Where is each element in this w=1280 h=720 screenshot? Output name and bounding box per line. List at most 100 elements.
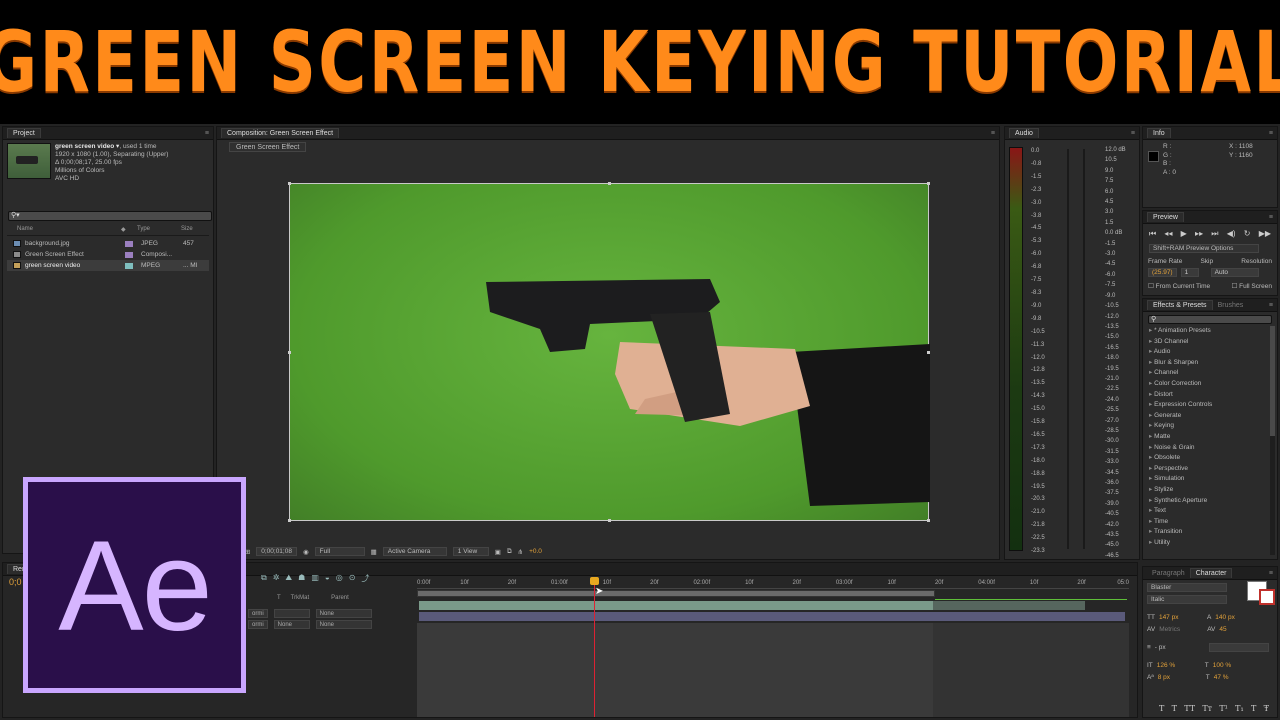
work-area-bar[interactable] <box>417 590 935 597</box>
effect-category[interactable]: Time <box>1149 517 1267 528</box>
layer-row[interactable]: ormi None None <box>248 620 416 629</box>
text-style-button[interactable]: T <box>1251 704 1256 713</box>
audio-slider-right[interactable] <box>1083 149 1085 549</box>
brainstorm-icon[interactable]: ◎ <box>336 573 343 584</box>
effect-category[interactable]: Color Correction <box>1149 379 1267 390</box>
effect-category[interactable]: Synthetic Aperture <box>1149 496 1267 507</box>
hide-shy-icon[interactable]: ☗ <box>298 573 305 584</box>
project-item-selected[interactable]: green screen video MPEG ... MI <box>7 260 209 271</box>
effect-category[interactable]: 3D Channel <box>1149 337 1267 348</box>
text-style-button[interactable]: T <box>1159 704 1164 713</box>
stroke-type-dropdown[interactable] <box>1208 643 1269 652</box>
col-type[interactable]: Type <box>137 226 181 235</box>
horizontal-scale-field[interactable]: 100 % <box>1213 662 1231 669</box>
panel-menu-icon[interactable]: ≡ <box>1269 302 1273 309</box>
effect-category[interactable]: Noise & Grain <box>1149 443 1267 454</box>
frame-rate-dropdown[interactable]: (25.97) <box>1148 268 1177 277</box>
text-style-button[interactable]: TT <box>1184 704 1195 713</box>
panel-menu-icon[interactable]: ≡ <box>1269 570 1273 577</box>
tab-preview[interactable]: Preview <box>1147 212 1184 222</box>
baseline-shift-field[interactable]: 8 px <box>1158 674 1202 681</box>
project-item[interactable]: Green Screen Effect Composi... <box>7 249 209 260</box>
effect-category[interactable]: Audio <box>1149 347 1267 358</box>
tab-effects-presets[interactable]: Effects & Presets <box>1147 300 1213 310</box>
layer-bar-background[interactable] <box>419 612 1125 621</box>
font-size-field[interactable]: 147 px <box>1159 614 1203 621</box>
ram-preview-icon[interactable]: ▶▶ <box>1259 229 1271 239</box>
time-ruler[interactable]: 0:00f 10f 20f 01:00f 10f 20f 02:00f 10f 20f 03:00… <box>417 577 1129 589</box>
leading-field[interactable]: 140 px <box>1215 614 1235 621</box>
effect-category[interactable]: Blur & Sharpen <box>1149 358 1267 369</box>
text-style-button[interactable]: T¹ <box>1219 704 1228 713</box>
kerning-field[interactable]: Metrics <box>1159 626 1203 633</box>
effect-category[interactable]: Distort <box>1149 390 1267 401</box>
comp-mini-flowchart-icon[interactable]: ⧉ <box>261 573 267 584</box>
flowchart-icon[interactable]: ⋔ <box>518 548 523 556</box>
auto-keyframe-icon[interactable]: ⊙ <box>349 573 356 584</box>
tab-paragraph[interactable]: Paragraph <box>1147 569 1190 578</box>
timeline-icon[interactable]: ⧉ <box>507 548 512 556</box>
effect-category[interactable]: Channel <box>1149 368 1267 379</box>
font-family-dropdown[interactable]: Blaster <box>1147 583 1227 592</box>
exposure-value[interactable]: +0.0 <box>529 548 542 555</box>
effects-scrollbar[interactable] <box>1270 326 1275 555</box>
timeline-timecode[interactable]: 0;0 <box>9 577 22 587</box>
effects-search-input[interactable]: ⚲ <box>1148 315 1272 324</box>
current-time-indicator[interactable] <box>590 577 599 585</box>
layer-row[interactable]: ormi None <box>248 609 416 618</box>
footage-name[interactable]: green screen video ▾ <box>55 143 119 150</box>
draft-3d-icon[interactable]: ⛰ <box>285 573 292 584</box>
stroke-width-field[interactable]: - px <box>1155 644 1205 651</box>
camera-snapshot-icon[interactable]: ◉ <box>303 548 309 556</box>
vertical-scale-field[interactable]: 126 % <box>1157 662 1201 669</box>
play-icon[interactable]: ▶ <box>1181 229 1187 239</box>
motion-blur-icon[interactable]: ◒ <box>325 573 330 584</box>
audio-icon[interactable]: ◀) <box>1227 229 1236 239</box>
skip-field[interactable]: 1 <box>1180 268 1199 277</box>
graph-editor-icon[interactable]: ⤴ <box>361 573 369 584</box>
timecode-display[interactable]: 0;00;01;08 <box>256 547 297 556</box>
text-style-button[interactable]: Tт <box>1202 704 1212 713</box>
trkmat-dropdown[interactable] <box>273 609 310 618</box>
text-style-button[interactable]: T₁ <box>1235 704 1244 713</box>
camera-dropdown[interactable]: Active Camera <box>382 547 447 556</box>
layer-bar-video[interactable] <box>419 601 1085 610</box>
panel-menu-icon[interactable]: ≡ <box>1269 130 1273 137</box>
full-screen-checkbox[interactable]: ☐ Full Screen <box>1231 282 1272 290</box>
text-style-button[interactable]: T <box>1172 704 1177 713</box>
effect-category[interactable]: Transition <box>1149 527 1267 538</box>
tab-composition[interactable]: Composition: Green Screen Effect <box>221 128 340 138</box>
effect-category[interactable]: Keying <box>1149 421 1267 432</box>
live-update-icon[interactable]: ✲ <box>273 573 280 584</box>
panel-menu-icon[interactable]: ≡ <box>1269 214 1273 221</box>
composition-viewer[interactable] <box>288 182 930 522</box>
tsume-field[interactable]: 47 % <box>1214 674 1229 681</box>
project-item[interactable]: background.jpg JPEG 457 <box>7 238 209 249</box>
panel-menu-icon[interactable]: ≡ <box>991 130 995 137</box>
panel-menu-icon[interactable]: ≡ <box>1131 130 1135 137</box>
tracking-field[interactable]: 45 <box>1219 626 1226 633</box>
view-layout-dropdown[interactable]: 1 View <box>452 547 489 556</box>
font-style-dropdown[interactable]: Italic <box>1147 595 1227 604</box>
parent-dropdown[interactable]: None <box>315 620 372 629</box>
tab-brushes[interactable]: Brushes <box>1213 301 1249 310</box>
effect-category[interactable]: Generate <box>1149 411 1267 422</box>
effect-category[interactable]: Simulation <box>1149 474 1267 485</box>
effect-category[interactable]: Expression Controls <box>1149 400 1267 411</box>
loop-icon[interactable]: ↻ <box>1244 229 1251 239</box>
effect-category[interactable]: Perspective <box>1149 464 1267 475</box>
resolution-dropdown[interactable]: Auto <box>1210 268 1259 277</box>
tab-info[interactable]: Info <box>1147 128 1171 138</box>
prev-frame-icon[interactable]: ◂◂ <box>1164 229 1172 239</box>
tab-character[interactable]: Character <box>1189 568 1233 578</box>
project-search-input[interactable]: ⚲▾ <box>8 211 212 221</box>
effect-category[interactable]: Matte <box>1149 432 1267 443</box>
effect-category[interactable]: Obsolete <box>1149 453 1267 464</box>
col-size[interactable]: Size <box>181 226 193 235</box>
blend-mode-dropdown[interactable]: ormi <box>248 620 268 629</box>
effect-category[interactable]: * Animation Presets <box>1149 326 1267 337</box>
parent-dropdown[interactable]: None <box>315 609 372 618</box>
from-current-time-checkbox[interactable]: ☐ From Current Time <box>1148 282 1210 290</box>
last-frame-icon[interactable]: ⏭ <box>1211 229 1218 239</box>
frame-blending-icon[interactable]: ▥ <box>311 573 319 584</box>
